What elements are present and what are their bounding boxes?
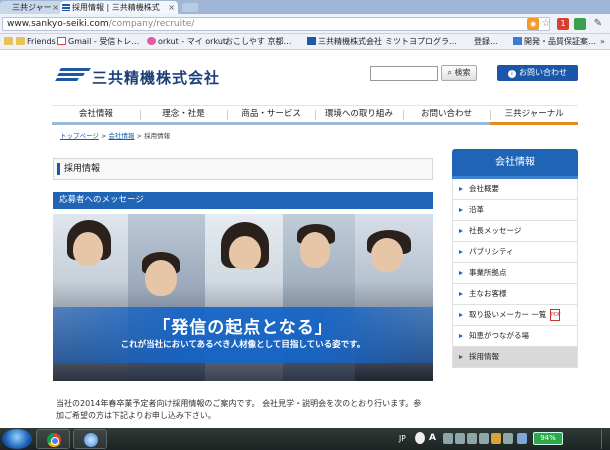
taskbar-itunes[interactable] <box>73 429 107 449</box>
tray-app-icon[interactable] <box>503 433 513 444</box>
breadcrumb-company[interactable]: 会社情報 <box>108 132 134 140</box>
taskbar: JP A 94% <box>0 428 610 450</box>
tab-label: 三共ジャー <box>12 3 52 12</box>
tray-app-icon[interactable] <box>443 433 453 444</box>
sidebar-item-history[interactable]: 沿革 <box>452 200 578 221</box>
sankyo-favicon-icon <box>62 4 70 11</box>
breadcrumb: トップページ > 会社情報 > 採用情報 <box>60 132 171 140</box>
bookmark-star-icon[interactable]: ☆ <box>540 18 552 30</box>
breadcrumb-current: 採用情報 <box>144 132 171 140</box>
web-page: 三共精機株式会社 ⌕ 検索 i お問い合わせ 会社情報 理念・社是 商品・サービス… <box>0 51 610 428</box>
new-tab-button[interactable] <box>182 3 198 12</box>
extension-badge-icon[interactable]: 1 <box>557 18 569 30</box>
rss-icon[interactable]: ◉ <box>527 18 539 30</box>
orkut-icon <box>147 37 156 45</box>
sidebar-item-company-overview[interactable]: 会社概要 <box>452 179 578 200</box>
hero-subtitle: これが当社においてあるべき人材像として目指している姿です。 <box>120 340 366 350</box>
gmail-icon <box>57 37 66 45</box>
bookmark-item[interactable]: orkut - マイ orkut <box>147 34 226 49</box>
info-icon: i <box>508 70 516 78</box>
network-icon[interactable] <box>517 433 527 444</box>
nav-products-services[interactable]: 商品・サービス <box>227 106 316 125</box>
taskbar-chrome[interactable] <box>36 429 70 449</box>
nav-contact[interactable]: お問い合わせ <box>402 106 491 125</box>
bookmark-item[interactable]: 登録… <box>474 34 498 93</box>
hero-title: 「発信の起点となる」 <box>153 318 333 338</box>
page-title: 採用情報 <box>53 158 433 180</box>
breadcrumb-home[interactable]: トップページ <box>60 132 99 140</box>
tab-close-icon[interactable]: × <box>168 1 175 14</box>
sankyo-logo-icon[interactable] <box>55 68 91 86</box>
show-desktop-button[interactable] <box>601 429 607 449</box>
bookmark-item[interactable] <box>4 34 15 49</box>
bookmark-item[interactable]: Friends <box>16 34 56 49</box>
ime-icon[interactable] <box>415 432 425 444</box>
sidebar-item-publicity[interactable]: パブリシティ <box>452 242 578 263</box>
sidebar-item-customers[interactable]: 主なお客様 <box>452 284 578 305</box>
tab-close-icon[interactable]: × <box>52 1 59 14</box>
nav-environment[interactable]: 環境への取り組み <box>315 106 403 125</box>
tray-app-icon[interactable] <box>491 433 501 444</box>
search-icon: ⌕ <box>447 68 452 77</box>
sankyo-icon <box>307 37 316 45</box>
bookmarks-more-icon[interactable]: » <box>600 34 605 49</box>
bookmarks-bar: Friends Gmail - 受信トレ… orkut - マイ orkut お… <box>0 34 610 93</box>
sidebar-title: 会社情報 <box>452 149 578 179</box>
search-button[interactable]: ⌕ 検索 <box>441 65 477 81</box>
tab-label: 採用情報 | 三共精機株式 <box>72 3 160 12</box>
browser-tab-strip: 三共ジャー × 採用情報 | 三共精機株式 × <box>0 0 610 14</box>
nav-philosophy[interactable]: 理念・社是 <box>139 106 228 125</box>
docs-icon <box>513 37 522 45</box>
hero-image: 「発信の起点となる」 これが当社においてあるべき人材像として目指している姿です。 <box>53 214 433 381</box>
itunes-icon <box>84 433 98 447</box>
tab-sankyo-journal[interactable]: 三共ジャー × <box>0 1 62 14</box>
tray-app-icon[interactable] <box>467 433 477 444</box>
section-title: 応募者へのメッセージ <box>53 192 433 209</box>
sidebar: 会社情報 会社概要 沿革 社長メッセージ パブリシティ 事業所拠点 主なお客様 … <box>452 149 578 368</box>
browser-toolbar: www.sankyo-seiki.com/company/recruite/ ◉… <box>0 14 610 34</box>
system-tray: JP A 94% <box>395 428 610 450</box>
bookmark-item[interactable]: 開発・品質保証案… <box>513 34 597 49</box>
battery-indicator[interactable]: 94% <box>533 432 563 445</box>
url-host: www.sankyo-seiki.com <box>7 19 109 29</box>
tab-recruit[interactable]: 採用情報 | 三共精機株式 × <box>60 1 178 14</box>
bookmark-item[interactable]: Gmail - 受信トレ… <box>57 34 139 49</box>
tray-app-icon[interactable] <box>455 433 465 444</box>
folder-icon <box>16 37 25 45</box>
pdf-icon: PDF <box>550 309 561 321</box>
address-bar[interactable]: www.sankyo-seiki.com/company/recruite/ <box>2 17 550 31</box>
sidebar-item-president-message[interactable]: 社長メッセージ <box>452 221 578 242</box>
intro-text: 当社の2014年春卒業予定者向け採用情報のご案内です。 会社見学・説明会を次のと… <box>56 399 422 420</box>
tray-app-icon[interactable] <box>479 433 489 444</box>
sidebar-item-label: 取り扱いメーカー 一覧 <box>469 310 547 319</box>
nav-journal[interactable]: 三共ジャーナル <box>490 106 579 125</box>
sidebar-item-recruit[interactable]: 採用情報 <box>452 347 578 368</box>
bookmark-item[interactable]: おこしやす 京都… <box>225 34 291 93</box>
chrome-icon <box>47 433 61 447</box>
bookmark-item[interactable]: ミツトヨプログラ… <box>385 34 457 93</box>
bookmark-item[interactable]: 三共精機株式会社 <box>307 34 382 49</box>
contact-button[interactable]: i お問い合わせ <box>497 65 578 81</box>
sidebar-item-knowledge[interactable]: 知恵がつながる場 <box>452 326 578 347</box>
sidebar-item-offices[interactable]: 事業所拠点 <box>452 263 578 284</box>
folder-icon <box>4 37 13 45</box>
company-name[interactable]: 三共精機株式会社 <box>92 67 220 88</box>
ime-mode[interactable]: A <box>429 433 436 443</box>
extension-icon[interactable] <box>574 18 586 30</box>
global-nav: 会社情報 理念・社是 商品・サービス 環境への取り組み お問い合わせ 三共ジャー… <box>52 105 579 125</box>
language-indicator[interactable]: JP <box>399 434 406 443</box>
sidebar-item-makers[interactable]: 取り扱いメーカー 一覧 PDF <box>452 305 578 326</box>
nav-company-info[interactable]: 会社情報 <box>52 106 140 125</box>
url-path: /company/recruite/ <box>108 19 195 29</box>
search-input[interactable] <box>370 66 438 81</box>
wrench-menu-icon[interactable]: ✎ <box>592 18 604 30</box>
